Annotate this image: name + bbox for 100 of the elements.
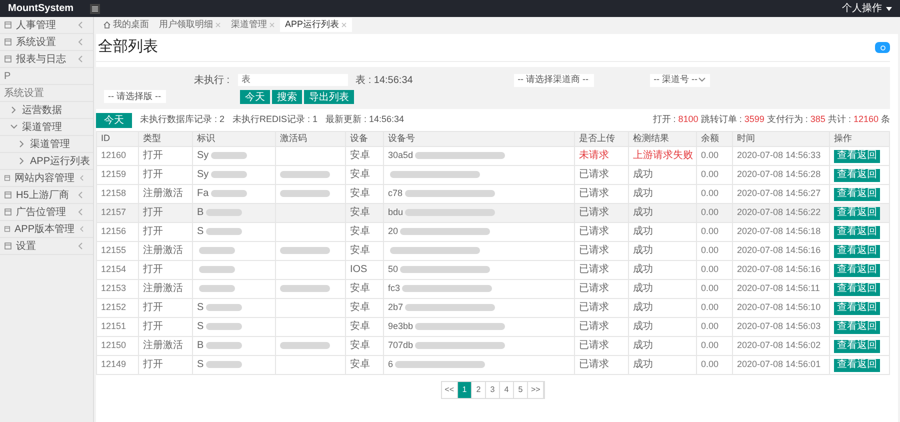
- view-response-button[interactable]: 查看返回: [834, 340, 880, 352]
- page-button[interactable]: >>: [528, 382, 544, 398]
- refresh-button[interactable]: [875, 42, 890, 53]
- sidebar-text: 系统设置: [4, 86, 44, 100]
- table-cell: 上游请求失败: [633, 150, 693, 161]
- table-cell: 安卓: [350, 226, 370, 237]
- table-cell: 2020-07-08 14:56:18: [737, 226, 821, 236]
- view-response-button[interactable]: 查看返回: [834, 302, 880, 314]
- tab[interactable]: 我的桌面: [98, 18, 154, 32]
- table-cell: 已请求: [579, 283, 609, 294]
- table-row[interactable]: 12149 打开 S 安卓 6 已请求 成功 0.00 2020-07-08 14:56:01 查看返回: [96, 355, 890, 374]
- table-row[interactable]: 12156 打开 S 安卓 20 已请求 成功 0.00 2020-07-08 14:56:18 查看返回: [96, 222, 890, 241]
- action-button[interactable]: 搜索: [272, 90, 302, 104]
- sidebar-item[interactable]: APP运行列表: [0, 153, 93, 170]
- page-button[interactable]: 1: [458, 382, 472, 398]
- view-response-button[interactable]: 查看返回: [834, 206, 880, 220]
- sidebar-item[interactable]: 渠道管理: [0, 136, 93, 153]
- table-cell: Fa: [197, 188, 209, 199]
- sidebar-item[interactable]: 报表与日志: [0, 51, 93, 68]
- table-cell: 注册激活: [143, 245, 183, 256]
- table-row[interactable]: 12158 注册激活 Fa 安卓 c78 已请求 成功 0.00 2020-07-08 14:56:27 查看返回: [96, 184, 890, 203]
- table-cell: 50: [388, 264, 398, 274]
- view-response-button[interactable]: 查看返回: [834, 150, 880, 162]
- select-field[interactable]: -- 请选择版 --: [104, 90, 166, 103]
- view-response-button[interactable]: 查看返回: [834, 168, 880, 182]
- sidebar-item[interactable]: 系统设置: [0, 34, 93, 51]
- sidebar-item[interactable]: 渠道管理: [0, 119, 93, 136]
- sidebar-item[interactable]: H5上游厂商: [0, 187, 93, 204]
- tab[interactable]: APP运行列表: [280, 18, 352, 32]
- view-response-button[interactable]: 查看返回: [834, 244, 880, 258]
- view-response-button[interactable]: 查看返回: [834, 282, 880, 296]
- table-cell: Sy: [197, 169, 209, 180]
- sidebar-item[interactable]: APP版本管理: [0, 221, 93, 238]
- table-row[interactable]: 12153 注册激活 安卓 fc3 已请求 成功 0.00 2020-07-08 14:56:11 查看返回: [96, 279, 890, 298]
- select-field[interactable]: -- 请选择渠道商 --: [514, 74, 594, 86]
- blurred-text: [206, 322, 242, 330]
- sidebar-item[interactable]: 广告位管理: [0, 204, 93, 221]
- view-response-button[interactable]: 查看返回: [834, 320, 880, 334]
- table-cell: 安卓: [350, 283, 370, 294]
- view-response-button[interactable]: 查看返回: [834, 358, 880, 372]
- close-icon[interactable]: [341, 22, 348, 28]
- table-cell: 12150: [101, 340, 126, 350]
- table-cell: 成功: [633, 340, 653, 351]
- menu-icon[interactable]: [90, 4, 100, 14]
- table-cell: B: [197, 340, 204, 351]
- table-row[interactable]: 12157 打开 B 安卓 bdu 已请求 成功 0.00 2020-07-08 14:56:22 查看返回: [96, 203, 890, 222]
- table-cell: 安卓: [350, 207, 370, 218]
- table-cell: 成功: [633, 359, 653, 370]
- close-icon[interactable]: [269, 22, 275, 28]
- table-cell: c78: [388, 188, 403, 198]
- sidebar-item[interactable]: 运营数据: [0, 102, 93, 119]
- table-cell: 0.00: [701, 302, 719, 312]
- view-response-button[interactable]: 查看返回: [834, 226, 880, 238]
- blurred-text: [206, 342, 242, 349]
- table-cell: IOS: [350, 264, 368, 275]
- user-menu[interactable]: 个人操作: [842, 1, 892, 16]
- table-cell: S: [197, 359, 204, 370]
- document-icon: [4, 225, 10, 233]
- table-cell: 2020-07-08 14:56:22: [737, 206, 821, 217]
- table-row[interactable]: 12155 注册激活 安卓 已请求 成功 0.00 2020-07-08 14:56:16 查看返回: [96, 241, 890, 260]
- table-row[interactable]: 12152 打开 S 安卓 2b7 已请求 成功 0.00 2020-07-08 14:56:10 查看返回: [96, 298, 890, 317]
- tab[interactable]: 用户领取明细: [154, 18, 226, 32]
- table-cell: 成功: [633, 169, 653, 180]
- table-row[interactable]: 12154 打开 IOS 50 已请求 成功 0.00 2020-07-08 14:56:16 查看返回: [96, 260, 890, 279]
- table-cell: 已请求: [579, 207, 609, 218]
- table-cell: 12155: [101, 244, 126, 255]
- blurred-text: [280, 342, 330, 349]
- sidebar-item[interactable]: 设置: [0, 238, 93, 255]
- sidebar-item[interactable]: 人事管理: [0, 17, 93, 34]
- table-row[interactable]: 12159 打开 Sy 安卓 已请求 成功 0.00 2020-07-08 14:56:28 查看返回: [96, 165, 890, 184]
- today-button[interactable]: 今天: [96, 112, 132, 128]
- select-field[interactable]: -- 渠道号 --: [650, 74, 710, 86]
- table-cell: 12160: [101, 150, 126, 160]
- action-button[interactable]: 导出列表: [304, 90, 354, 104]
- table-row[interactable]: 12160 打开 Sy 安卓 30a5d 未请求 上游请求失败 0.00 2020-07-08 14:56:33 查看返回: [96, 146, 890, 165]
- column-header: 时间: [732, 132, 830, 146]
- table-row[interactable]: 12151 打开 S 安卓 9e3bb 已请求 成功 0.00 2020-07-08 14:56:03 查看返回: [96, 317, 890, 336]
- sidebar-item[interactable]: 网站内容管理: [0, 170, 93, 187]
- text-field[interactable]: 表: [238, 74, 348, 86]
- table-cell: 安卓: [350, 169, 370, 180]
- time-text: 表 : 14:56:34: [356, 74, 414, 88]
- blurred-text: [206, 304, 242, 311]
- table-cell: 12151: [101, 320, 126, 331]
- close-icon[interactable]: [215, 22, 221, 28]
- table-cell: 2020-07-08 14:56:11: [737, 282, 820, 293]
- table-cell: 2020-07-08 14:56:02: [737, 340, 821, 350]
- column-header: 设备: [346, 132, 384, 146]
- table-cell: 2020-07-08 14:56:27: [737, 188, 821, 198]
- action-button[interactable]: 今天: [240, 90, 270, 104]
- table-cell: 成功: [633, 264, 653, 275]
- column-header: 是否上传: [574, 132, 628, 146]
- record-count: 未执行数据库记录 : 2: [140, 113, 225, 126]
- column-header: 余额: [696, 132, 732, 146]
- table-cell: 12154: [101, 264, 126, 274]
- table-cell: 成功: [633, 188, 653, 199]
- table-cell: 2020-07-08 14:56:01: [737, 358, 821, 369]
- tab[interactable]: 渠道管理: [226, 18, 280, 32]
- view-response-button[interactable]: 查看返回: [834, 188, 880, 200]
- table-row[interactable]: 12150 注册激活 B 安卓 707db 已请求 成功 0.00 2020-07-08 14:56:02 查看返回: [96, 336, 890, 355]
- view-response-button[interactable]: 查看返回: [834, 264, 880, 276]
